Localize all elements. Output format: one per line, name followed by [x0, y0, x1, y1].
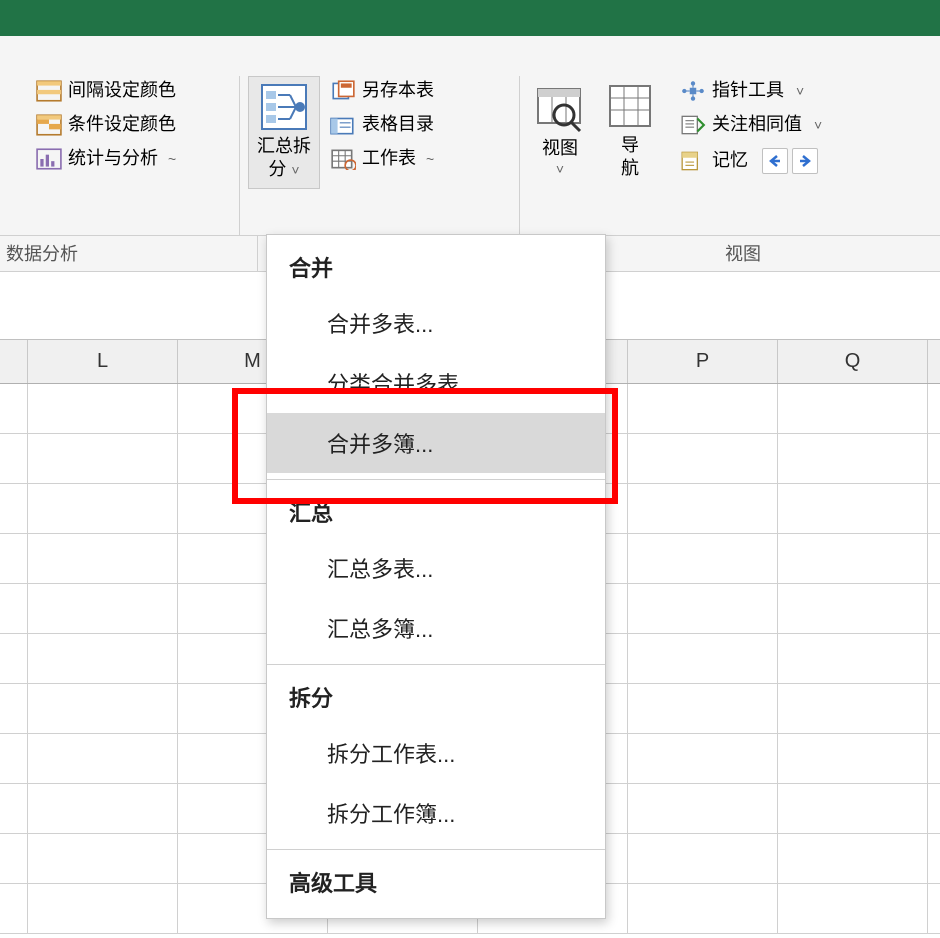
menu-section-split: 拆分 — [267, 671, 605, 723]
chevron-down-icon: ˅ — [291, 162, 299, 178]
col-header-P[interactable]: P — [628, 340, 778, 383]
menu-separator — [267, 664, 605, 665]
save-as-sheet-button[interactable]: 另存本表 — [324, 76, 440, 106]
worksheet-button[interactable]: 工作表 ~ — [324, 144, 440, 174]
interval-color-button[interactable]: 间隔设定颜色 — [30, 76, 231, 106]
pointer-tool-label: 指针工具 — [712, 80, 784, 102]
table-of-contents-button[interactable]: 表格目录 — [324, 110, 440, 140]
stats-analysis-button[interactable]: 统计与分析 ~ — [30, 144, 231, 174]
menu-separator — [267, 479, 605, 480]
focus-same-button[interactable]: 关注相同值 ˅ — [674, 110, 828, 140]
menu-item-summary-sheets[interactable]: 汇总多表... — [267, 538, 605, 598]
menu-item-split-workbook[interactable]: 拆分工作簿... — [267, 783, 605, 843]
menu-item-category-merge-sheets[interactable]: 分类合并多表... — [267, 353, 605, 413]
view-label: 视图 — [542, 137, 578, 160]
menu-item-merge-workbooks[interactable]: 合并多簿... — [267, 413, 605, 473]
ribbon: 间隔设定颜色 条件设定颜色 统计与分析 ~ — [0, 36, 940, 236]
col-header-blank[interactable] — [0, 340, 28, 383]
nav-button[interactable]: 导 航 — [598, 76, 662, 187]
ribbon-group-summary: 汇总拆 分 ˅ 另存本表 表格目录 — [240, 76, 520, 235]
ribbon-group-view: 视图 ˅ 导 航 指针工具 ˅ — [520, 76, 940, 235]
focus-same-icon — [680, 114, 706, 136]
memory-label: 记忆 — [712, 150, 748, 172]
summary-split-label-1: 汇总拆 — [257, 135, 311, 158]
nav-label-2: 航 — [621, 157, 639, 180]
summary-split-icon — [260, 83, 308, 131]
menu-separator — [267, 849, 605, 850]
summary-split-button[interactable]: 汇总拆 分 ˅ — [248, 76, 320, 189]
save-as-sheet-icon — [330, 80, 356, 102]
stats-analysis-label: 统计与分析 — [68, 148, 158, 170]
condition-color-button[interactable]: 条件设定颜色 — [30, 110, 231, 140]
focus-same-label: 关注相同值 — [712, 114, 802, 136]
menu-section-advanced: 高级工具 — [267, 856, 605, 908]
nav-icon — [606, 82, 654, 130]
table-of-contents-icon — [330, 114, 356, 136]
memory-button[interactable]: 记忆 — [674, 144, 828, 178]
condition-color-label: 条件设定颜色 — [68, 114, 176, 136]
col-header-R[interactable]: R — [928, 340, 940, 383]
chevron-down-icon: ~ — [168, 151, 176, 168]
pointer-tool-button[interactable]: 指针工具 ˅ — [674, 76, 828, 106]
nav-label-1: 导 — [621, 134, 639, 157]
title-bar — [0, 0, 940, 36]
view-icon — [536, 85, 584, 133]
memory-next-button[interactable] — [792, 148, 818, 174]
menu-item-split-worksheet[interactable]: 拆分工作表... — [267, 723, 605, 783]
summary-split-dropdown: 合并 合并多表... 分类合并多表... 合并多簿... 汇总 汇总多表... … — [266, 234, 606, 919]
interval-color-icon — [36, 80, 62, 102]
view-button[interactable]: 视图 ˅ — [528, 76, 592, 187]
worksheet-label: 工作表 — [362, 148, 416, 170]
chevron-down-icon: ˅ — [556, 160, 564, 178]
col-header-L[interactable]: L — [28, 340, 178, 383]
menu-item-merge-sheets[interactable]: 合并多表... — [267, 293, 605, 353]
worksheet-icon — [330, 148, 356, 170]
condition-color-icon — [36, 114, 62, 136]
save-as-sheet-label: 另存本表 — [362, 80, 434, 102]
menu-item-summary-workbooks[interactable]: 汇总多簿... — [267, 598, 605, 658]
menu-section-summary: 汇总 — [267, 486, 605, 538]
chevron-down-icon: ~ — [426, 151, 434, 168]
group-label-data-analysis: 数据分析 — [0, 236, 258, 271]
menu-section-merge: 合并 — [267, 235, 605, 293]
stats-analysis-icon — [36, 148, 62, 170]
ribbon-group-data-analysis: 间隔设定颜色 条件设定颜色 统计与分析 ~ — [0, 76, 240, 235]
chevron-down-icon: ˅ — [796, 83, 804, 100]
pointer-tool-icon — [680, 80, 706, 102]
memory-icon — [680, 150, 706, 172]
col-header-Q[interactable]: Q — [778, 340, 928, 383]
interval-color-label: 间隔设定颜色 — [68, 80, 176, 102]
memory-prev-button[interactable] — [762, 148, 788, 174]
chevron-down-icon: ˅ — [814, 117, 822, 134]
table-of-contents-label: 表格目录 — [362, 114, 434, 136]
summary-split-label-2: 分 — [268, 159, 286, 179]
